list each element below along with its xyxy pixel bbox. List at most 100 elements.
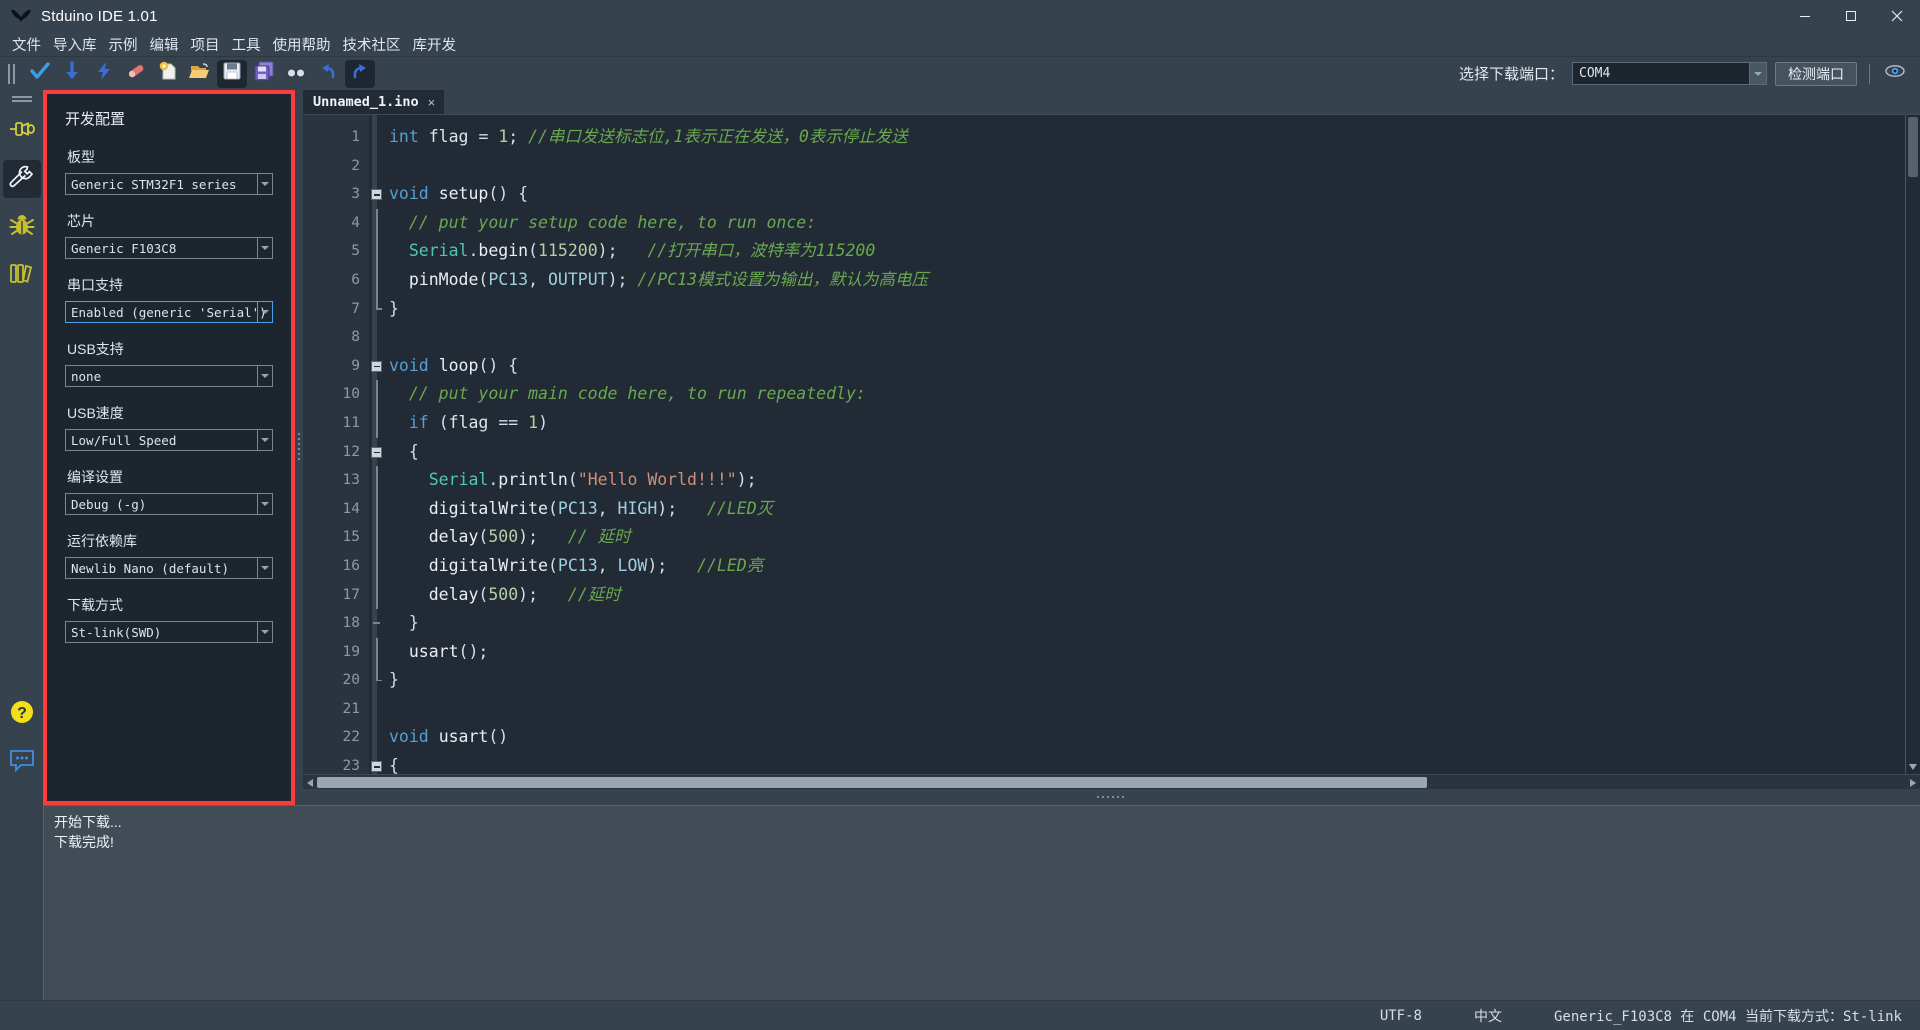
hscrollbar-thumb[interactable] bbox=[317, 777, 1427, 788]
line-number: 19 bbox=[342, 643, 360, 660]
eraser-button[interactable] bbox=[121, 60, 151, 88]
chevron-down-icon bbox=[1749, 63, 1766, 84]
line-number: 7 bbox=[351, 300, 360, 317]
maximize-button[interactable] bbox=[1828, 0, 1874, 32]
new-file-button[interactable] bbox=[153, 60, 183, 88]
download-button[interactable] bbox=[57, 60, 87, 88]
main-body: ? 开发配置 板型 Generic STM32F1 series 芯片 Gene… bbox=[0, 90, 1920, 805]
code-text-area[interactable]: int flag = 1; //串口发送标志位,1表示正在发送，0表示停止发送 … bbox=[385, 115, 1920, 774]
toolbar-right-group: 选择下载端口： COM4 检测端口 bbox=[1459, 61, 1920, 86]
sidebar-item-config[interactable] bbox=[2, 160, 41, 198]
code-line-1: int flag = 1; //串口发送标志位,1表示正在发送，0表示停止发送 bbox=[389, 127, 908, 146]
line-number: 2 bbox=[351, 157, 360, 174]
code-folding-column[interactable] bbox=[369, 115, 385, 774]
verify-button[interactable] bbox=[25, 60, 55, 88]
port-select[interactable]: COM4 bbox=[1572, 62, 1767, 85]
sidebar-item-pin[interactable] bbox=[3, 112, 41, 150]
status-bar: UTF-8 中文 Generic_F103C8 在 COM4 当前下载方式：St… bbox=[0, 1000, 1920, 1030]
scroll-left-icon[interactable] bbox=[303, 775, 317, 790]
code-line-22: void usart() bbox=[389, 727, 509, 747]
editor-tab-bar: Unnamed_1.ino × bbox=[303, 90, 1920, 114]
panel-splitter[interactable] bbox=[295, 90, 303, 805]
close-button[interactable] bbox=[1874, 0, 1920, 32]
select-chip[interactable]: Generic F103C8 bbox=[65, 237, 273, 259]
console-splitter[interactable] bbox=[303, 789, 1920, 805]
port-select-value: COM4 bbox=[1579, 66, 1611, 81]
verify-icon bbox=[29, 60, 51, 87]
select-chip-value: Generic F103C8 bbox=[71, 240, 177, 256]
bug-icon bbox=[8, 211, 36, 244]
open-folder-icon bbox=[189, 60, 211, 87]
select-compile-settings[interactable]: Debug (-g) bbox=[65, 493, 273, 515]
code-line-10: // put your main code here, to run repea… bbox=[408, 384, 866, 404]
line-number: 10 bbox=[342, 386, 360, 403]
redo-button[interactable] bbox=[345, 59, 375, 88]
detect-port-button[interactable]: 检测端口 bbox=[1775, 61, 1857, 86]
menu-item-tools[interactable]: 工具 bbox=[226, 32, 267, 57]
scrollbar-thumb[interactable] bbox=[1908, 117, 1918, 177]
tab-unnamed-1-ino[interactable]: Unnamed_1.ino × bbox=[303, 90, 445, 114]
save-all-button[interactable] bbox=[249, 60, 279, 88]
help-button[interactable]: ? bbox=[3, 695, 41, 733]
select-usb-speed[interactable]: Low/Full Speed bbox=[65, 429, 273, 451]
menu-item-import-lib[interactable]: 导入库 bbox=[47, 32, 103, 57]
line-number-gutter: 1 2 3 4 5 6 7 8 9 10 11 12 13 14 15 16 1… bbox=[303, 115, 369, 774]
editor-vertical-scrollbar[interactable] bbox=[1906, 115, 1920, 774]
line-number: 9 bbox=[351, 357, 360, 374]
code-line-5: Serial.begin(115200); //打开串口，波特率为115200 bbox=[408, 241, 876, 261]
fold-toggle-if[interactable] bbox=[369, 438, 385, 467]
open-folder-button[interactable] bbox=[185, 60, 215, 88]
activity-bar-handle[interactable] bbox=[11, 96, 32, 104]
menu-item-file[interactable]: 文件 bbox=[6, 32, 47, 57]
line-number: 6 bbox=[351, 271, 360, 288]
flash-button[interactable] bbox=[89, 60, 119, 88]
menu-item-lib-dev[interactable]: 库开发 bbox=[407, 32, 463, 57]
line-number: 1 bbox=[351, 129, 360, 145]
scroll-down-icon[interactable] bbox=[1906, 760, 1920, 774]
save-button[interactable] bbox=[217, 59, 247, 88]
menu-item-edit[interactable]: 编辑 bbox=[144, 32, 185, 57]
serial-monitor-button[interactable] bbox=[1882, 63, 1908, 85]
find-button[interactable] bbox=[281, 60, 311, 88]
code-line-13: Serial.println("Hello World!!!"); bbox=[428, 470, 757, 490]
label-board-type: 板型 bbox=[67, 149, 95, 165]
minimize-button[interactable] bbox=[1782, 0, 1828, 32]
line-number: 20 bbox=[342, 672, 360, 689]
select-usb-support[interactable]: none bbox=[65, 365, 273, 387]
select-compile-settings-value: Debug (-g) bbox=[71, 496, 147, 512]
menu-item-examples[interactable]: 示例 bbox=[103, 32, 144, 57]
select-board-type[interactable]: Generic STM32F1 series bbox=[65, 173, 273, 195]
close-icon[interactable]: × bbox=[428, 95, 436, 110]
line-number: 12 bbox=[342, 443, 360, 460]
output-console[interactable]: 开始下载... 下载完成! bbox=[43, 805, 1920, 1000]
new-file-icon bbox=[157, 60, 179, 87]
chevron-down-icon bbox=[257, 430, 272, 450]
fold-toggle-usart[interactable] bbox=[369, 752, 385, 774]
select-serial-support[interactable]: Enabled (generic 'Serial') bbox=[65, 301, 273, 323]
line-number: 8 bbox=[351, 329, 360, 346]
find-icon bbox=[285, 60, 307, 87]
menu-item-help[interactable]: 使用帮助 bbox=[267, 32, 337, 57]
select-upload-method[interactable]: St-link(SWD) bbox=[65, 621, 273, 643]
line-number: 3 bbox=[351, 186, 360, 203]
scroll-right-icon[interactable] bbox=[1906, 775, 1920, 790]
select-runtime-library[interactable]: Newlib Nano (default) bbox=[65, 557, 273, 579]
console-line: 开始下载... bbox=[54, 814, 122, 830]
menu-item-community[interactable]: 技术社区 bbox=[337, 32, 407, 57]
code-line-15: delay(500); // 延时 bbox=[428, 527, 631, 547]
toolbar-grip[interactable] bbox=[8, 63, 18, 84]
code-line-11: if (flag == 1) bbox=[408, 412, 548, 432]
save-icon bbox=[221, 60, 243, 87]
fold-toggle-loop[interactable] bbox=[369, 352, 385, 381]
sidebar-item-library[interactable] bbox=[3, 256, 41, 294]
sidebar-item-debug[interactable] bbox=[3, 208, 41, 246]
editor-main[interactable]: 1 2 3 4 5 6 7 8 9 10 11 12 13 14 15 16 1… bbox=[303, 114, 1920, 774]
label-upload-method: 下载方式 bbox=[67, 597, 123, 613]
menu-item-project[interactable]: 项目 bbox=[185, 32, 226, 57]
editor-horizontal-scrollbar[interactable] bbox=[303, 774, 1920, 789]
fold-toggle-setup[interactable] bbox=[369, 180, 385, 209]
select-upload-method-value: St-link(SWD) bbox=[71, 624, 162, 640]
feedback-button[interactable] bbox=[3, 743, 41, 781]
select-usb-speed-value: Low/Full Speed bbox=[71, 432, 177, 448]
undo-button[interactable] bbox=[313, 60, 343, 88]
